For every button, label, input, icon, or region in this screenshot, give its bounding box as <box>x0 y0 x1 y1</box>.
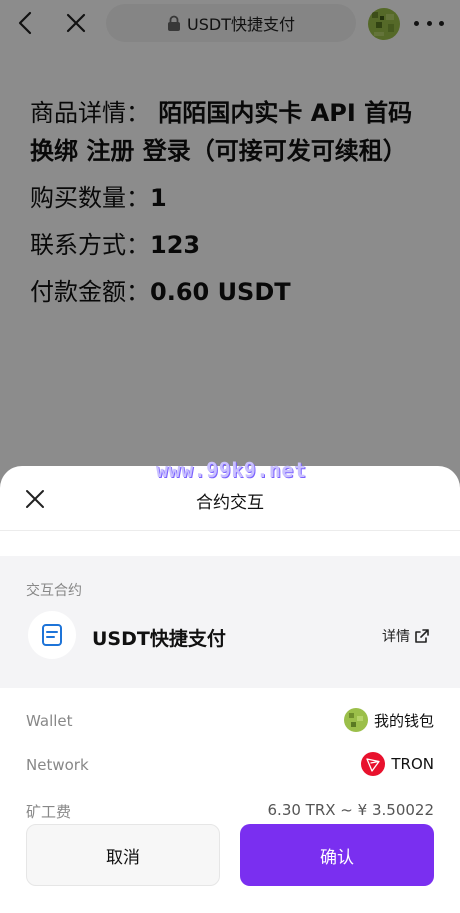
tron-icon <box>361 752 386 776</box>
cancel-button[interactable]: 取消 <box>26 824 220 886</box>
fee-label: 矿工费 <box>26 803 72 821</box>
document-icon <box>28 611 76 659</box>
wallet-avatar <box>343 708 368 732</box>
wallet-label: Wallet <box>26 712 73 730</box>
divider <box>0 530 460 531</box>
wallet-value[interactable]: 我的钱包 <box>343 708 434 732</box>
sheet-title: 合约交互 <box>196 493 264 513</box>
external-link-icon <box>415 629 429 643</box>
contract-label: 交互合约 <box>26 583 82 599</box>
detail-link-label: 详情 <box>382 629 410 645</box>
detail-link[interactable]: 详情 <box>382 626 430 646</box>
contract-interaction-sheet: 合约交互 交互合约 USDT快捷支付 详情 Wallet 我的钱包 Networ… <box>0 466 460 913</box>
network-label: Network <box>26 756 89 774</box>
confirm-button[interactable]: 确认 <box>240 824 434 886</box>
wallet-name: 我的钱包 <box>373 711 434 730</box>
fee-value: 6.30 TRX ~ ¥ 3.50022 <box>267 801 434 819</box>
network-value: TRON <box>361 752 434 776</box>
network-name: TRON <box>391 755 434 773</box>
contract-name: USDT快捷支付 <box>92 628 226 650</box>
watermark: www.99k9.net <box>156 458 307 482</box>
